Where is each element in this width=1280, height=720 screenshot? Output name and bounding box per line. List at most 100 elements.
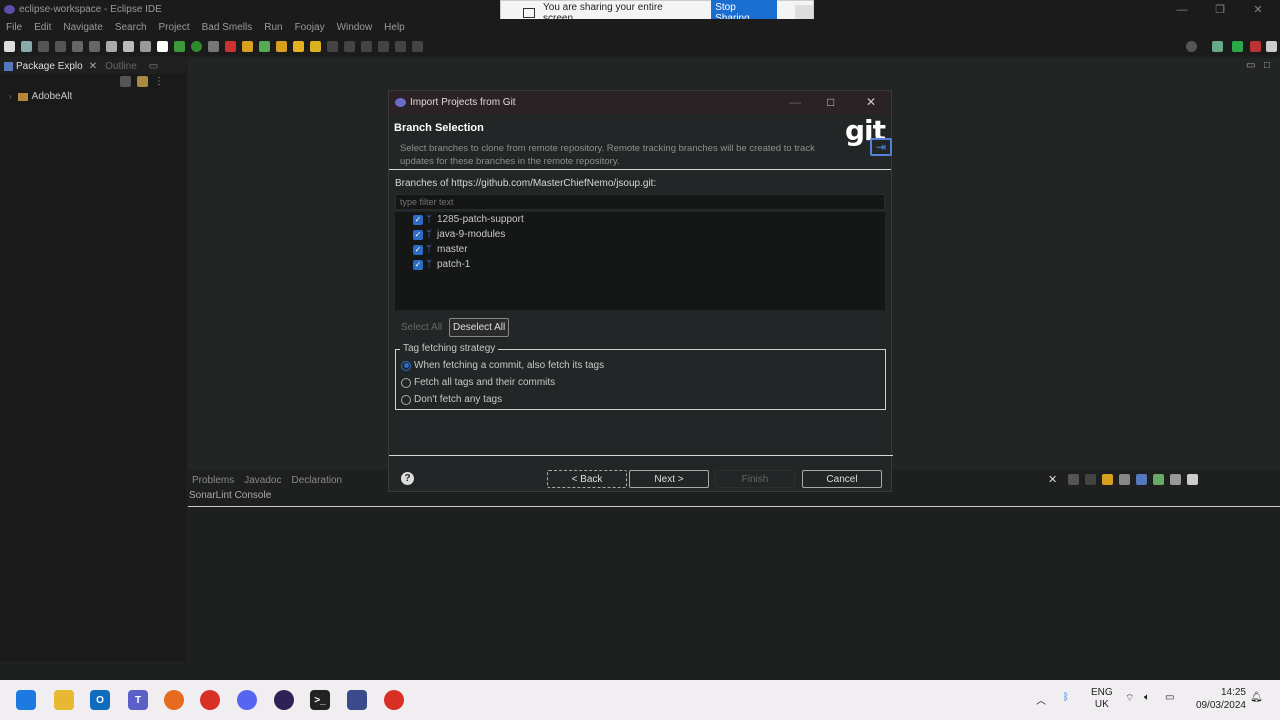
display-console-icon[interactable] — [1136, 474, 1147, 485]
branch-item[interactable]: ✓ ᛘ java-9-modules — [413, 229, 505, 240]
run-icon[interactable] — [191, 40, 202, 52]
finish-button[interactable]: Finish — [715, 470, 795, 488]
chrome-profile-icon[interactable] — [384, 690, 404, 710]
minimize-icon[interactable]: — — [1162, 0, 1202, 19]
debug-icon[interactable] — [174, 40, 185, 52]
start-icon[interactable] — [16, 690, 36, 710]
skip-breakpoints-icon[interactable] — [140, 40, 151, 52]
volume-icon[interactable]: 🔈︎ — [1144, 692, 1150, 703]
menu-edit[interactable]: Edit — [34, 22, 51, 33]
tab-problems[interactable]: Problems — [192, 475, 234, 486]
close-icon[interactable]: ✕ — [1238, 0, 1278, 19]
branch-item[interactable]: ✓ ᛘ 1285-patch-support — [413, 214, 524, 225]
save-all-icon[interactable] — [55, 40, 66, 52]
perspective-icon[interactable] — [1212, 40, 1223, 52]
dialog-minimize-icon[interactable]: — — [789, 95, 801, 109]
scroll-lock-icon[interactable] — [1102, 474, 1113, 485]
annotation-icon[interactable] — [327, 40, 338, 52]
restore-icon[interactable]: ❐ — [1200, 0, 1240, 19]
virtualbox-icon[interactable] — [347, 690, 367, 710]
pin-editor-icon[interactable] — [412, 40, 423, 52]
language-indicator[interactable]: ENG UK — [1091, 687, 1113, 711]
open-console-icon[interactable] — [1170, 474, 1181, 485]
close-console-icon[interactable]: ✕ — [1048, 473, 1057, 486]
settings-icon[interactable] — [106, 40, 117, 52]
back-arrow-icon[interactable] — [378, 40, 389, 52]
tag-option-fetch-with-commit[interactable]: When fetching a commit, also fetch its t… — [401, 360, 604, 371]
new-console-icon[interactable] — [1187, 474, 1198, 485]
link-editor-icon[interactable] — [137, 76, 148, 87]
checkbox-checked-icon[interactable]: ✓ — [413, 214, 423, 225]
close-tab-icon[interactable]: ✕ — [89, 61, 97, 72]
menu-project[interactable]: Project — [159, 22, 190, 33]
expand-arrow-icon[interactable]: › — [9, 92, 12, 101]
discord-icon[interactable] — [237, 690, 257, 710]
dialog-close-icon[interactable]: ✕ — [866, 95, 876, 109]
git-perspective-icon[interactable] — [1266, 40, 1277, 52]
menu-help[interactable]: Help — [384, 22, 405, 33]
taskbar-clock[interactable]: 14:25 09/03/2024 — [1190, 686, 1246, 712]
word-wrap-icon[interactable] — [1119, 474, 1130, 485]
new-class-icon[interactable] — [259, 40, 270, 52]
menu-file[interactable]: File — [6, 22, 22, 33]
search-toolbar-icon[interactable] — [310, 40, 321, 52]
menu-bad-smells[interactable]: Bad Smells — [202, 22, 253, 33]
next-button[interactable]: Next > — [629, 470, 709, 488]
radio-icon[interactable] — [401, 394, 411, 405]
external-tools-icon[interactable] — [225, 40, 236, 52]
tab-package-explorer[interactable]: Package Explo ✕ — [0, 61, 101, 72]
branch-item[interactable]: ✓ ᛘ master — [413, 244, 468, 255]
terminal-icon[interactable] — [123, 40, 134, 52]
clear-console-icon[interactable] — [1085, 474, 1096, 485]
folder-icon[interactable] — [293, 40, 304, 52]
teams-icon[interactable]: T — [128, 690, 148, 710]
open-type-icon[interactable] — [242, 40, 253, 52]
radio-icon[interactable] — [401, 377, 411, 388]
menu-foojay[interactable]: Foojay — [295, 22, 325, 33]
java-perspective-icon[interactable] — [1232, 40, 1243, 52]
firefox-icon[interactable] — [164, 690, 184, 710]
menu-window[interactable]: Window — [337, 22, 373, 33]
next-annotation-icon[interactable] — [361, 40, 372, 52]
radio-selected-icon[interactable] — [401, 360, 411, 371]
pin-console-icon[interactable] — [1153, 474, 1164, 485]
checkbox-checked-icon[interactable]: ✓ — [413, 229, 423, 240]
branch-filter-input[interactable] — [395, 194, 885, 210]
menu-navigate[interactable]: Navigate — [63, 22, 102, 33]
menu-search[interactable]: Search — [115, 22, 147, 33]
checkbox-checked-icon[interactable]: ✓ — [413, 244, 423, 255]
redo-icon[interactable] — [89, 40, 100, 52]
show-hidden-icons-icon[interactable]: ︿ — [1036, 692, 1046, 707]
branch-item[interactable]: ✓ ᛘ patch-1 — [413, 259, 470, 270]
battery-icon[interactable]: ▭ — [1165, 692, 1174, 703]
collapse-all-icon[interactable] — [120, 76, 131, 87]
debug-perspective-icon[interactable] — [1250, 40, 1261, 52]
chrome-icon[interactable] — [200, 690, 220, 710]
notification-icon[interactable]: 🔔︎ — [1250, 692, 1263, 703]
view-menu-icon[interactable]: ⋮ — [154, 76, 164, 87]
outlook-icon[interactable]: O — [90, 690, 110, 710]
tab-javadoc[interactable]: Javadoc — [244, 475, 281, 486]
tag-option-fetch-all[interactable]: Fetch all tags and their commits — [401, 377, 555, 388]
bluetooth-icon[interactable]: ᛒ — [1063, 692, 1069, 703]
new-project-icon[interactable] — [21, 40, 32, 52]
coverage-icon[interactable] — [208, 40, 219, 52]
help-icon[interactable]: ? — [401, 472, 414, 485]
terminal-taskbar-icon[interactable]: >_ — [310, 690, 330, 710]
checkbox-checked-icon[interactable]: ✓ — [413, 259, 423, 270]
tab-outline[interactable]: Outline — [101, 61, 141, 72]
search-icon[interactable] — [1186, 40, 1197, 52]
file-explorer-icon[interactable] — [54, 690, 74, 710]
forward-arrow-icon[interactable] — [395, 40, 406, 52]
back-button[interactable]: < Back — [547, 470, 627, 488]
wifi-icon[interactable]: ⌔ — [1125, 692, 1134, 705]
undo-icon[interactable] — [72, 40, 83, 52]
console-settings-icon[interactable] — [1068, 474, 1079, 485]
cancel-button[interactable]: Cancel — [802, 470, 882, 488]
tag-option-none[interactable]: Don't fetch any tags — [401, 394, 502, 405]
editor-maximize-icon[interactable]: □ — [1264, 60, 1270, 71]
toggle-icon[interactable] — [157, 40, 168, 52]
deselect-all-button[interactable]: Deselect All — [449, 318, 510, 337]
dialog-maximize-icon[interactable]: □ — [827, 95, 834, 109]
pin-icon[interactable] — [344, 40, 355, 52]
